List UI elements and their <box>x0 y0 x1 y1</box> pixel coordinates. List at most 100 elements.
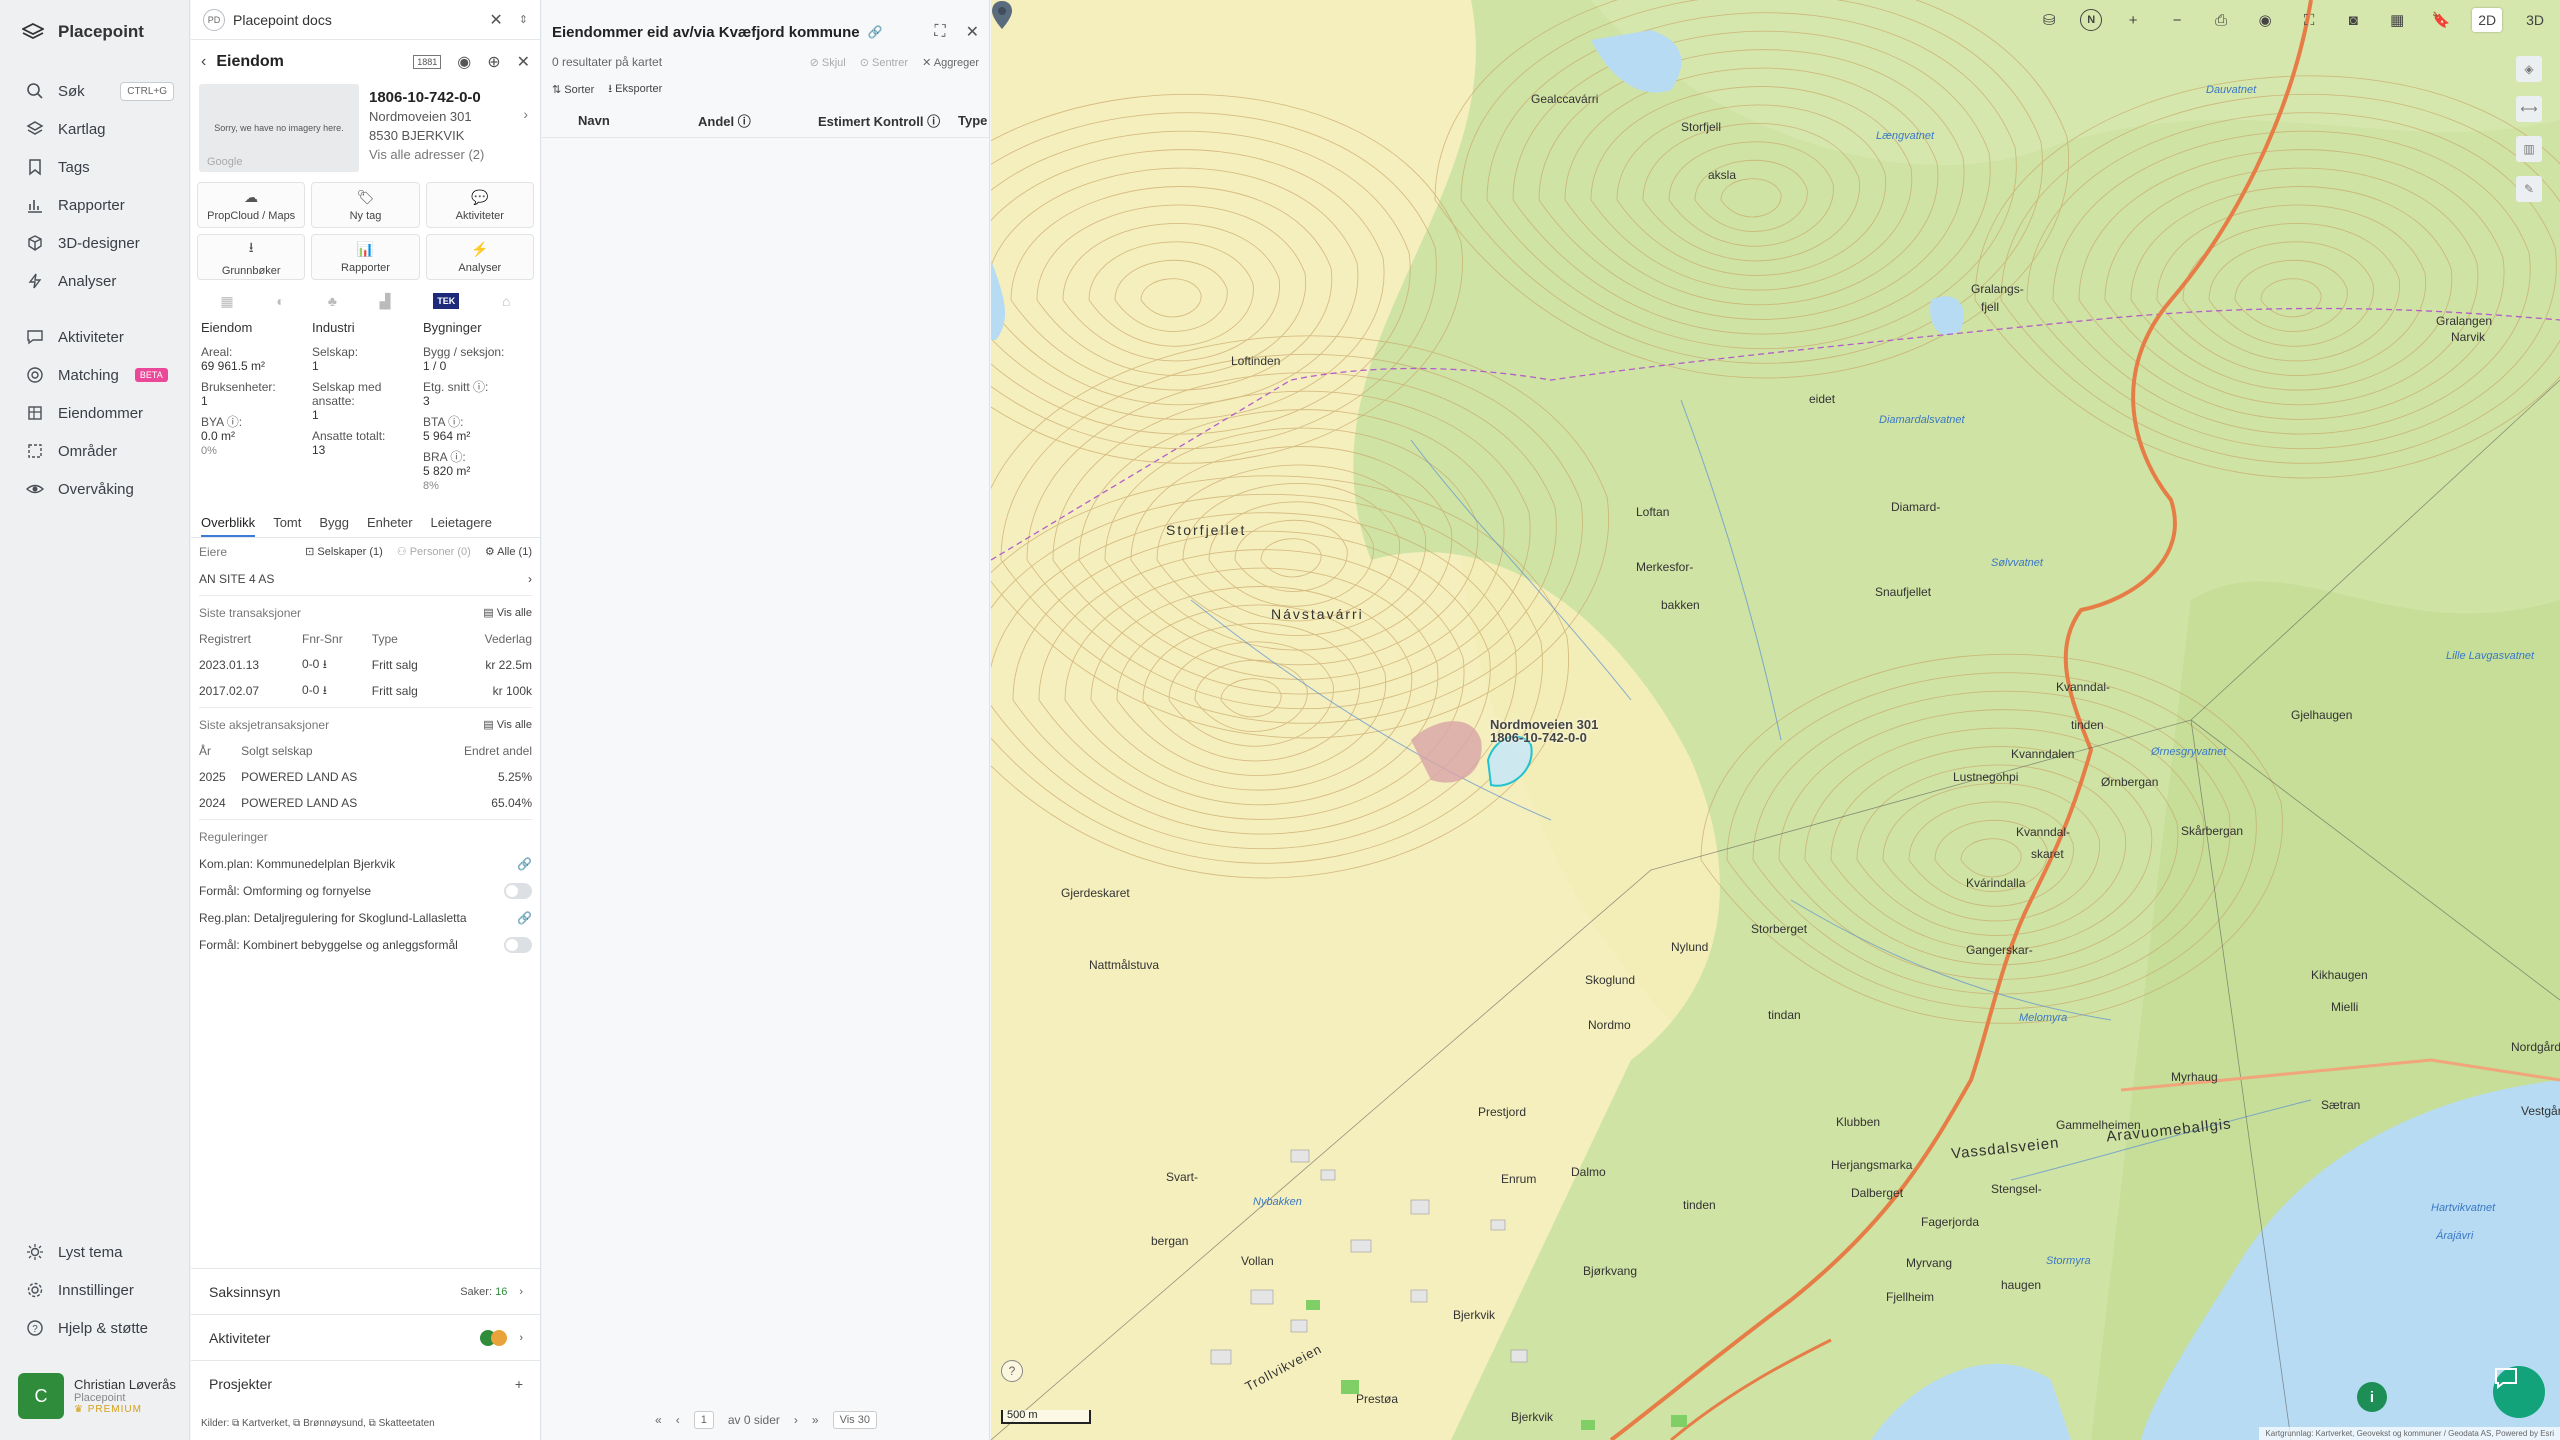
zoom-in-icon[interactable]: + <box>2120 7 2146 33</box>
regulation-row[interactable]: Reg.plan: Detaljregulering for Skoglund-… <box>199 904 532 931</box>
mode-2d-button[interactable]: 2D <box>2472 8 2503 32</box>
back-arrow-icon[interactable]: ‹ <box>201 53 206 71</box>
eye-icon[interactable]: ◉ <box>2252 7 2278 33</box>
tile-bars-icon[interactable]: ▟ <box>380 293 391 310</box>
close-icon[interactable]: ✕ <box>517 52 530 72</box>
close-icon[interactable]: ✕ <box>489 10 502 30</box>
link-icon[interactable]: 🔗 <box>517 857 532 871</box>
draw-icon[interactable]: ✎ <box>2516 176 2542 202</box>
tile-home-icon[interactable]: ⌂ <box>502 293 510 309</box>
sidebar-item-settings[interactable]: Innstillinger <box>0 1271 190 1309</box>
brand[interactable]: Placepoint <box>22 22 144 42</box>
table-row[interactable]: 2025 POWERED LAND AS 5.25% <box>199 764 532 790</box>
sidebar-item-kartlag[interactable]: Kartlag <box>0 110 190 148</box>
regulation-row[interactable]: Kom.plan: Kommunedelplan Bjerkvik 🔗 <box>199 850 532 877</box>
sidebar-item-aktiviteter[interactable]: Aktiviteter <box>0 318 190 356</box>
sidebar-item-search[interactable]: Søk CTRL+G <box>0 72 190 110</box>
sort-button[interactable]: ⇅ Sorter <box>552 83 594 96</box>
sidebar-item-overvaking[interactable]: Overvåking <box>0 470 190 508</box>
map-canvas[interactable]: Storfjellet Návstavárri Gealccavárri Sto… <box>991 0 2560 1440</box>
property-tab[interactable]: Enheter <box>367 515 413 530</box>
chart-tool-icon[interactable]: ▥ <box>2516 136 2542 162</box>
filter-persons[interactable]: ⚇ Personer (0) <box>397 545 471 558</box>
export-button[interactable]: ⭳ Eksporter <box>608 80 662 99</box>
fullscreen-icon[interactable]: ⛶ <box>2296 7 2322 33</box>
tek-badge[interactable]: TEK <box>433 293 460 309</box>
grid-icon[interactable]: ▦ <box>2384 7 2410 33</box>
property-tab[interactable]: Leietagere <box>431 515 492 530</box>
share-transactions-show-all[interactable]: ▤ Vis alle <box>483 718 532 731</box>
print-icon[interactable]: ⎙ <box>2208 7 2234 33</box>
tile-plant-icon[interactable]: ♣ <box>328 293 337 309</box>
info-icon[interactable]: i <box>2357 1382 2387 1412</box>
eye-icon[interactable]: ◉ <box>457 52 471 72</box>
quick-action-button[interactable]: 🏷 Ny tag <box>311 182 420 228</box>
projects-row[interactable]: Prosjekter + <box>191 1360 541 1406</box>
list-column-header[interactable]: Andel ⓘ <box>698 111 818 130</box>
chevron-right-icon[interactable]: › <box>523 106 528 122</box>
add-circle-icon[interactable]: ⊕ <box>487 52 500 72</box>
quick-action-button[interactable]: ⚡ Analyser <box>425 234 534 280</box>
first-page-icon[interactable]: « <box>655 1413 662 1427</box>
map-help-icon[interactable]: ? <box>1001 1360 1023 1382</box>
table-row[interactable]: 2023.01.13 0-0 ⭳ Fritt salg kr 22.5m <box>199 652 532 678</box>
aggregate-button[interactable]: ✕ Aggreger <box>922 56 979 69</box>
page-size-select[interactable]: Vis 30 <box>832 1411 877 1429</box>
bookmark-icon[interactable]: 🔖 <box>2428 7 2454 33</box>
table-row[interactable]: 2017.02.07 0-0 ⭳ Fritt salg kr 100k <box>199 678 532 704</box>
transactions-show-all[interactable]: ▤ Vis alle <box>483 606 532 619</box>
regulation-row[interactable]: Formål: Omforming og fornyelse <box>199 877 532 904</box>
regulation-row[interactable]: Formål: Kombinert bebyggelse og anleggsf… <box>199 931 532 958</box>
mode-3d-button[interactable]: 3D <box>2520 8 2550 32</box>
property-tab[interactable]: Bygg <box>319 515 349 530</box>
regulation-toggle[interactable] <box>504 936 532 953</box>
compass-icon[interactable]: N <box>2080 9 2103 31</box>
all-addresses-link[interactable]: Vis alle adresser (2) <box>369 145 532 164</box>
quick-action-button[interactable]: ☁ PropCloud / Maps <box>197 182 306 228</box>
camera-icon[interactable]: ◙ <box>2340 7 2366 33</box>
center-button[interactable]: ⊙ Sentrer <box>860 56 908 69</box>
activities-row[interactable]: Aktiviteter › <box>191 1314 541 1360</box>
next-page-icon[interactable]: › <box>794 1413 798 1427</box>
filter-all[interactable]: ⚙ Alle (1) <box>485 545 532 558</box>
list-column-header[interactable]: Navn <box>578 113 698 128</box>
user-profile[interactable]: C Christian Løverås Placepoint ♛ PREMIUM <box>18 1373 176 1419</box>
sidebar-item-matching[interactable]: Matching BETA <box>0 356 190 394</box>
street-view-placeholder[interactable]: Sorry, we have no imagery here. Google <box>199 84 359 172</box>
link-icon[interactable]: 🔗 <box>868 25 883 39</box>
tile-globe-icon[interactable]: ◐ <box>276 293 284 309</box>
map-pin-icon[interactable] <box>991 0 1013 30</box>
measure-icon[interactable]: ⟷ <box>2516 96 2542 122</box>
sidebar-item-rapporter[interactable]: Rapporter <box>0 186 190 224</box>
property-tab[interactable]: Overblikk <box>201 515 256 537</box>
table-row[interactable]: 2024 POWERED LAND AS 65.04% <box>199 790 532 816</box>
expand-icon[interactable]: ⛶ <box>934 23 945 41</box>
last-page-icon[interactable]: » <box>812 1413 819 1427</box>
sidebar-item-analyser[interactable]: Analyser <box>0 262 190 300</box>
owner-row[interactable]: AN SITE 4 AS › <box>199 565 532 592</box>
map-number-icon[interactable]: 1881 <box>413 55 442 69</box>
sidebar-item-omrader[interactable]: Områder <box>0 432 190 470</box>
doc-tab[interactable]: PD Placepoint docs ✕ ⇕ <box>191 0 540 40</box>
property-address[interactable]: Nordmoveien 301 <box>369 107 532 126</box>
sidebar-item-help[interactable]: ? Hjelp & støtte <box>0 1309 190 1347</box>
plus-icon[interactable]: + <box>515 1376 523 1392</box>
zoom-out-icon[interactable]: − <box>2164 7 2190 33</box>
link-icon[interactable]: 🔗 <box>517 911 532 925</box>
filter-companies[interactable]: ⊡ Selskaper (1) <box>305 545 383 558</box>
sidebar-item-tags[interactable]: Tags <box>0 148 190 186</box>
prev-page-icon[interactable]: ‹ <box>676 1413 680 1427</box>
layers-tool-icon[interactable]: ◈ <box>2516 56 2542 82</box>
close-icon[interactable]: ✕ <box>966 22 979 42</box>
list-column-header[interactable]: Estimert Kontroll ⓘ <box>818 111 958 130</box>
sources-footer[interactable]: Kilder: ⧉ Kartverket, ⧉ Brønnøysund, ⧉ S… <box>201 1418 435 1429</box>
quick-action-button[interactable]: 💬 Aktiviteter <box>425 182 534 228</box>
quick-action-button[interactable]: 📊 Rapporter <box>311 234 420 280</box>
sidebar-item-theme[interactable]: Lyst tema <box>0 1233 190 1271</box>
page-input[interactable]: 1 <box>693 1411 714 1429</box>
saksinnsyn-row[interactable]: Saksinnsyn Saker: 16 › <box>191 1268 541 1314</box>
chevron-updown-icon[interactable]: ⇕ <box>519 13 528 26</box>
hide-button[interactable]: ⊘ Skjul <box>810 56 846 69</box>
chat-support-button[interactable] <box>2493 1366 2545 1418</box>
layers-stack-icon[interactable]: ⛁ <box>2036 7 2062 33</box>
